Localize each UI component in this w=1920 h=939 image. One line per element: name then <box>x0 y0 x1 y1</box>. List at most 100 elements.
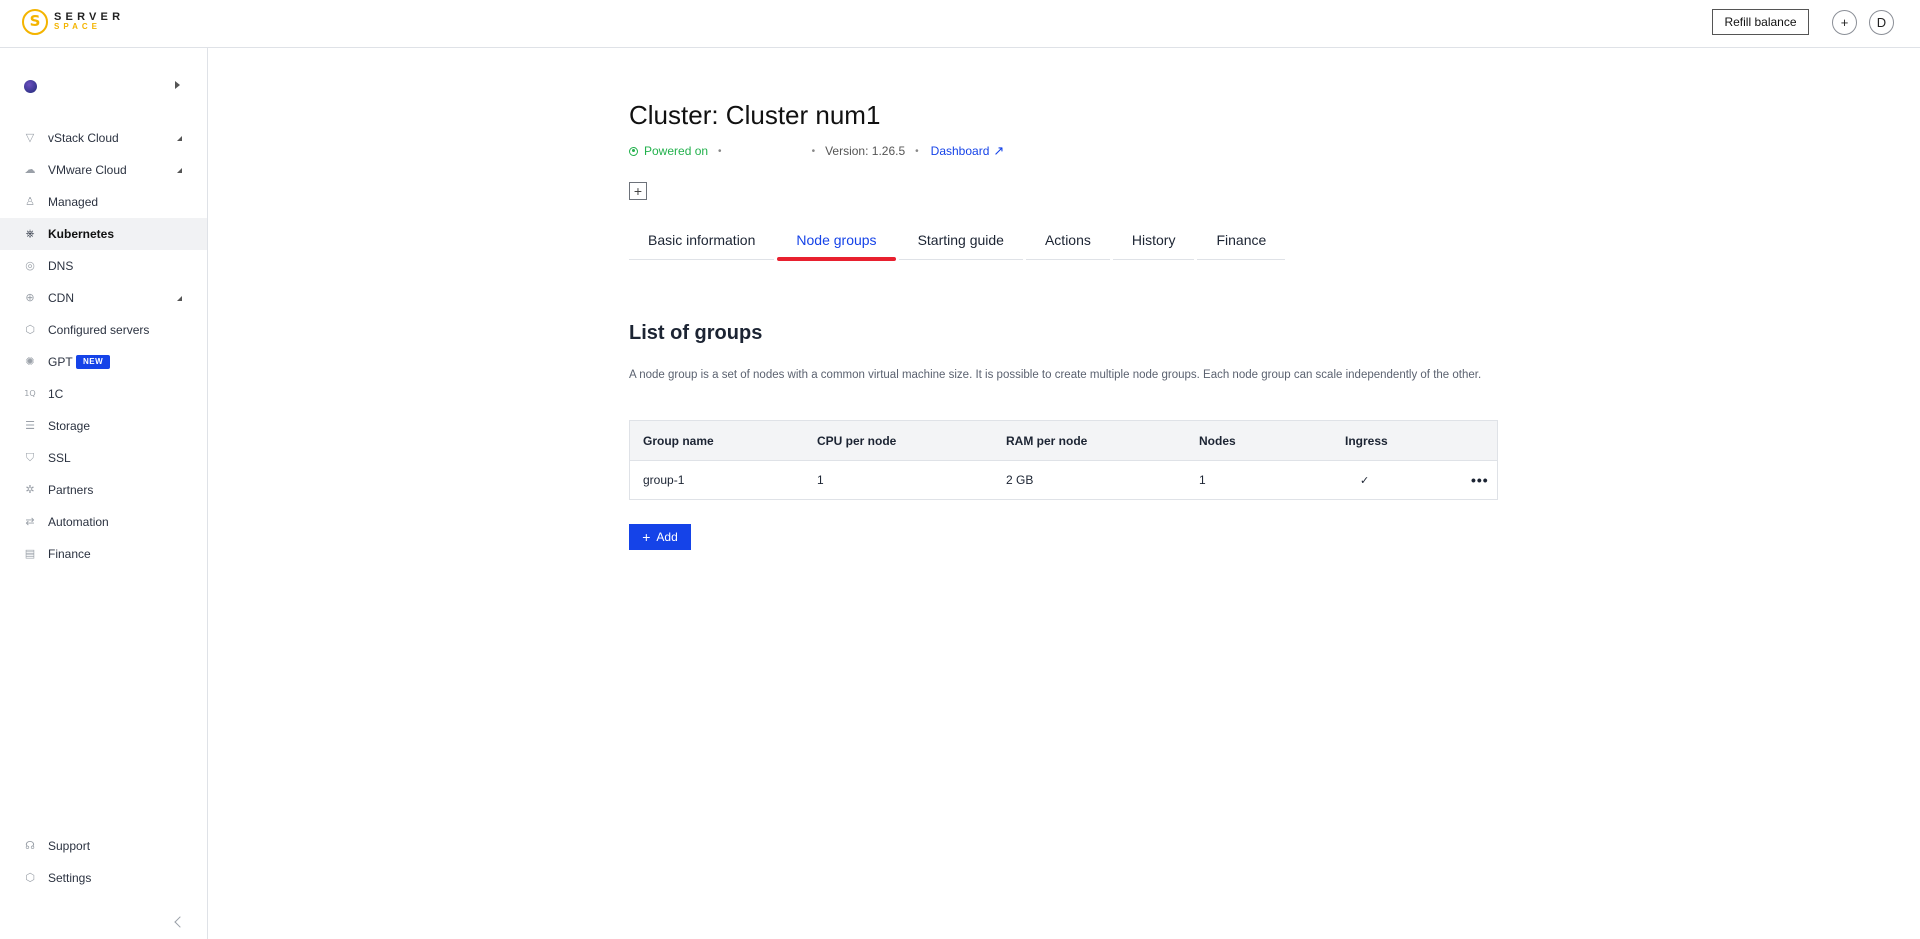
external-link-icon[interactable]: ↗ <box>993 144 1004 159</box>
cluster-version: Version: 1.26.5 <box>825 144 906 158</box>
logo-text-line2: SPACE <box>54 22 101 31</box>
plus-icon: + <box>642 529 651 545</box>
more-options-icon[interactable]: ••• <box>1471 461 1489 499</box>
tab-actions[interactable]: Actions <box>1025 222 1110 260</box>
top-bar: S SERVER SPACE Refill balance + D <box>0 0 1920 48</box>
sidebar-item-label: Automation <box>48 515 109 529</box>
group-name-cell: group-1 <box>643 473 685 487</box>
managed-icon: ♙ <box>25 195 35 208</box>
sidebar-item-vmware-cloud[interactable]: ☁ VMware Cloud <box>0 154 207 186</box>
sidebar-item-support[interactable]: ☊ Support <box>0 830 207 862</box>
tab-starting-guide[interactable]: Starting guide <box>898 222 1023 260</box>
table-row[interactable]: group-1 1 2 GB 1 ✓ ••• <box>630 461 1497 499</box>
sidebar-item-configured-servers[interactable]: ⬡ Configured servers <box>0 314 207 346</box>
column-header: Ingress <box>1345 433 1388 448</box>
sidebar-item-cdn[interactable]: ⊕ CDN <box>0 282 207 314</box>
sidebar-item-label: Storage <box>48 419 91 433</box>
new-badge: NEW <box>76 355 111 369</box>
add-button-label: Add <box>656 530 678 544</box>
sidebar-item-vstack-cloud[interactable]: ▽ vStack Cloud <box>0 122 207 154</box>
section-title: List of groups <box>629 322 763 344</box>
sidebar-item-label: SSL <box>48 451 71 465</box>
add-tag-button[interactable]: + <box>629 182 647 200</box>
sidebar-item-label: Kubernetes <box>48 227 115 241</box>
caret-icon <box>177 295 182 301</box>
tab-node-groups[interactable]: Node groups <box>777 222 896 261</box>
chevron-right-icon <box>175 81 180 89</box>
column-header: Nodes <box>1199 433 1236 448</box>
vstack-icon: ▽ <box>25 131 35 144</box>
logo[interactable]: S SERVER SPACE <box>22 9 124 35</box>
sidebar-item-label: Partners <box>48 483 94 497</box>
sidebar-item-label: VMware Cloud <box>48 163 127 177</box>
nodes-cell: 1 <box>1199 473 1206 487</box>
sidebar-item-partners[interactable]: ✲ Partners <box>0 474 207 506</box>
collapse-sidebar-icon[interactable] <box>174 916 186 928</box>
sidebar-item-label: DNS <box>48 259 74 273</box>
column-header: Group name <box>643 433 714 448</box>
sidebar-item-label: vStack Cloud <box>48 131 119 145</box>
separator: • <box>915 145 919 157</box>
node-groups-table: Group name CPU per node RAM per node Nod… <box>629 420 1498 500</box>
status-text: Powered on <box>644 144 709 158</box>
add-node-group-button[interactable]: + Add <box>629 524 691 550</box>
cluster-status-row: Powered on • • Version: 1.26.5 • Dashboa… <box>629 143 1004 159</box>
sidebar-item-label: Support <box>48 839 91 853</box>
sidebar-item-managed[interactable]: ♙ Managed <box>0 186 207 218</box>
column-header: CPU per node <box>817 433 897 448</box>
sidebar-item-automation[interactable]: ⇄ Automation <box>0 506 207 538</box>
ram-cell: 2 GB <box>1006 473 1034 487</box>
project-avatar <box>24 80 37 93</box>
sidebar-item-label: Configured servers <box>48 323 150 337</box>
separator: • <box>811 145 816 157</box>
sidebar-item-ssl[interactable]: ⛉ SSL <box>0 442 207 474</box>
refill-balance-button[interactable]: Refill balance <box>1712 9 1809 35</box>
sidebar-item-storage[interactable]: ☰ Storage <box>0 410 207 442</box>
page-title: Cluster: Cluster num1 <box>629 100 881 130</box>
cpu-cell: 1 <box>817 473 824 487</box>
section-description: A node group is a set of nodes with a co… <box>629 369 1482 381</box>
status-dot-icon <box>629 146 638 156</box>
sidebar-item-1c[interactable]: 1Q 1C <box>0 378 207 410</box>
globe-icon: ⊕ <box>25 291 35 304</box>
check-icon: ✓ <box>1360 473 1370 487</box>
logo-text-line1: SERVER <box>54 11 125 23</box>
sidebar-item-gpt[interactable]: ✺ GPT NEW <box>0 346 207 378</box>
shield-icon: ⛉ <box>25 451 35 464</box>
caret-icon <box>177 135 182 141</box>
dashboard-link[interactable]: Dashboard <box>931 144 990 158</box>
automation-icon: ⇄ <box>25 515 35 528</box>
active-tab-indicator <box>777 257 896 261</box>
cloud-icon: ☁ <box>24 163 36 176</box>
finance-icon: ▤ <box>24 547 36 560</box>
sidebar-item-label: 1C <box>48 387 64 401</box>
sidebar-item-label: Managed <box>48 195 99 209</box>
sidebar-item-label: GPT <box>48 355 73 369</box>
sidebar-item-label: Settings <box>48 871 92 885</box>
tab-finance[interactable]: Finance <box>1197 222 1286 260</box>
partners-icon: ✲ <box>25 483 35 496</box>
sidebar-item-dns[interactable]: ◎ DNS <box>0 250 207 282</box>
sidebar-item-settings[interactable]: ⬡ Settings <box>0 862 207 894</box>
logo-icon: S <box>22 9 48 35</box>
caret-icon <box>177 167 182 173</box>
sidebar-item-finance[interactable]: ▤ Finance <box>0 538 207 570</box>
user-avatar[interactable]: D <box>1869 10 1894 35</box>
sidebar-item-label: Finance <box>48 547 91 561</box>
tab-history[interactable]: History <box>1112 222 1195 260</box>
project-selector[interactable] <box>24 79 184 95</box>
server-icon: ⬡ <box>25 323 35 336</box>
gpt-icon: ✺ <box>25 355 35 368</box>
tab-bar: Basic information Node groups Starting g… <box>629 222 1288 261</box>
add-icon[interactable]: + <box>1832 10 1857 35</box>
1c-icon: 1Q <box>24 389 36 398</box>
sidebar-item-kubernetes[interactable]: ⎈ Kubernetes <box>0 218 207 250</box>
gear-icon: ⬡ <box>25 871 35 884</box>
headset-icon: ☊ <box>25 839 35 852</box>
sidebar-item-label: CDN <box>48 291 74 305</box>
storage-icon: ☰ <box>25 419 35 432</box>
tab-basic-information[interactable]: Basic information <box>629 222 775 260</box>
column-header: RAM per node <box>1006 433 1088 448</box>
separator: • <box>718 145 722 157</box>
sidebar: ▽ vStack Cloud ☁ VMware Cloud ♙ Managed … <box>0 48 208 939</box>
